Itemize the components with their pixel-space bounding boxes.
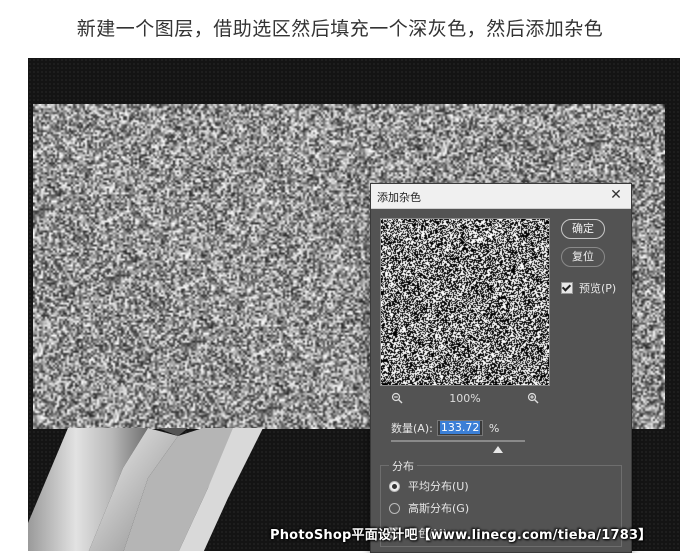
reset-button[interactable]: 复位 [561,247,605,267]
radio-uniform-label: 平均分布(U) [408,480,469,493]
radio-gaussian-label: 高斯分布(G) [408,502,470,515]
caption-text: 新建一个图层，借助选区然后填充一个深灰色，然后添加杂色 [76,18,604,40]
amount-slider-thumb[interactable] [493,446,504,453]
close-icon[interactable]: ✕ [607,186,625,204]
dialog-title: 添加杂色 [377,191,421,204]
zoom-level: 100% [449,392,481,405]
radio-uniform[interactable] [389,480,400,492]
preview-label: 预览(P) [579,282,617,295]
preview-checkbox[interactable] [561,282,573,294]
amount-slider-track[interactable] [391,440,525,442]
add-noise-dialog: 添加杂色 ✕ 确定 复位 预览(P) 100% 数量(A): 133.72 % [370,183,632,553]
watermark-text: PhotoShop平面设计吧【www.linecg.com/tieba/1783… [270,528,652,543]
distribution-label: 分布 [389,458,417,474]
amount-unit: % [488,421,500,435]
preview-noise-texture [381,219,549,385]
dialog-titlebar[interactable]: 添加杂色 ✕ [371,184,631,209]
amount-value: 133.72 [439,421,481,434]
zoom-controls: 100% [391,392,539,406]
amount-label: 数量(A): [391,422,433,435]
preview-area[interactable] [380,218,550,386]
metal-ring-image [28,428,263,551]
radio-gaussian-row[interactable]: 高斯分布(G) [389,500,469,516]
zoom-out-icon[interactable] [391,392,403,404]
ok-button[interactable]: 确定 [561,219,605,239]
radio-gaussian[interactable] [389,502,400,514]
radio-uniform-row[interactable]: 平均分布(U) [389,478,469,494]
amount-row: 数量(A): 133.72 % [391,420,499,436]
zoom-in-icon[interactable] [527,392,539,404]
preview-checkbox-row[interactable]: 预览(P) [561,280,616,296]
amount-input[interactable]: 133.72 [436,420,483,436]
